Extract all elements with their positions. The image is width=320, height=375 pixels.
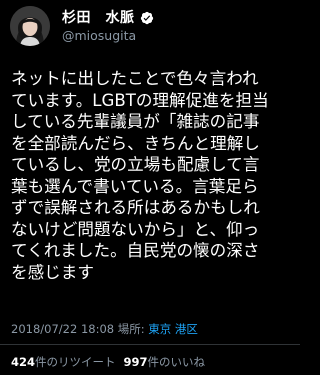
tweet-text-line: ネットに出したことで色々言われ	[11, 69, 259, 88]
retweets-stat[interactable]: 424件のリツイート	[11, 355, 116, 369]
tweet-text-line: ないけど問題ないから」と、仰っ	[11, 219, 260, 239]
tweet-text-line: している先輩議員が「雑誌の記事	[11, 112, 260, 131]
likes-stat[interactable]: 997件のいいね	[124, 355, 206, 369]
tweet-stats: 424件のリツイート 997件のいいね	[11, 354, 205, 370]
tweet-text-line: ています。LGBTの理解促進を担当	[11, 90, 269, 110]
tweet-text-line: てくれました。自民党の懐の深さ	[11, 241, 260, 260]
name-row: 杉田 水脈	[62, 8, 154, 26]
tweet-header: 杉田 水脈 @miosugita	[0, 0, 300, 52]
tweet-text-line: を全部読んだら、きちんと理解し	[11, 133, 260, 153]
timestamp[interactable]: 2018/07/22 18:08	[11, 322, 114, 336]
divider	[0, 344, 300, 345]
likes-count: 997	[123, 355, 148, 369]
display-name[interactable]: 杉田 水脈	[62, 7, 135, 27]
retweets-count: 424	[11, 355, 36, 369]
tweet-text-line: ているし、党の立場も配慮して言	[11, 155, 260, 174]
tweet-text-line: を感じます	[11, 262, 94, 282]
tweet-text-line: ずで誤解される所はあるかもしれ	[11, 198, 260, 217]
location-link[interactable]: 東京 港区	[148, 322, 198, 336]
tweet-text: ネットに出したことで色々言われ ています。LGBTの理解促進を担当 している先輩…	[11, 68, 296, 283]
retweets-label: 件のリツイート	[35, 355, 116, 369]
user-handle[interactable]: @miosugita	[62, 28, 136, 43]
avatar[interactable]	[10, 6, 50, 46]
tweet-meta: 2018/07/22 18:08 場所: 東京 港区	[11, 321, 198, 337]
location-label: 場所:	[117, 322, 145, 336]
tweet-text-line: 葉も選んで書いている。言葉足ら	[11, 176, 259, 196]
avatar-photo	[10, 6, 50, 46]
likes-label: 件のいいね	[147, 355, 206, 369]
verified-badge-icon	[140, 10, 154, 25]
